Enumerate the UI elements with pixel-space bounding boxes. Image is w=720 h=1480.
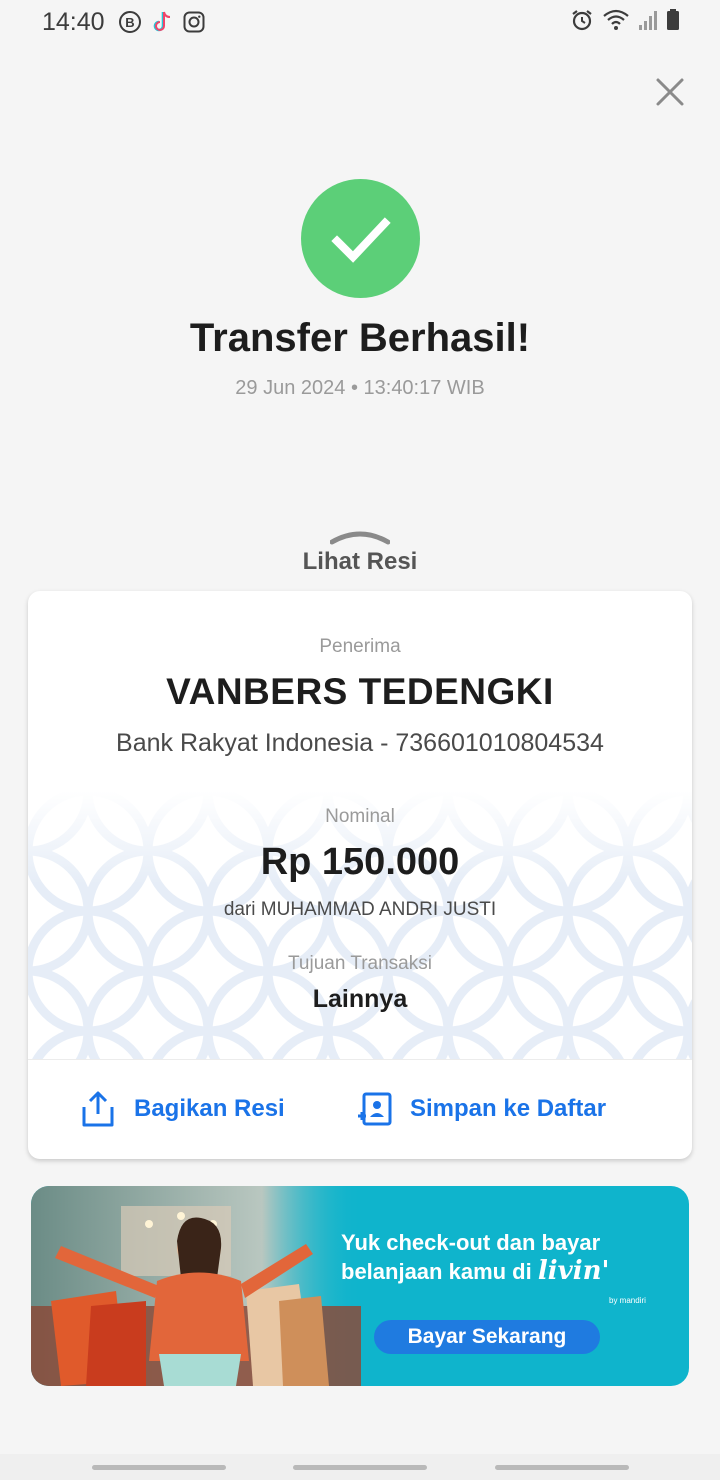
- share-icon: [82, 1091, 114, 1127]
- receipt-actions: Bagikan Resi Simpan ke Daftar: [28, 1060, 692, 1159]
- view-receipt-toggle[interactable]: Lihat Resi: [0, 548, 720, 576]
- transaction-datetime: 29 Jun 2024 • 13:40:17 WIB: [235, 377, 485, 399]
- receipt-card: Penerima VANBERS TEDENGKI Bank Rakyat In…: [28, 591, 692, 1159]
- save-to-list-button[interactable]: Simpan ke Daftar: [356, 1090, 606, 1128]
- save-to-list-label: Simpan ke Daftar: [410, 1095, 607, 1122]
- check-icon: [330, 216, 391, 263]
- amount-value: Rp 150.000: [260, 841, 460, 883]
- promo-line-1: Yuk check-out dan bayar: [341, 1230, 601, 1255]
- recipient-bank: Bank Rakyat Indonesia - 736601010804534: [116, 729, 604, 757]
- b-circle-icon: B: [119, 11, 141, 33]
- chevron-up-icon[interactable]: [330, 528, 390, 548]
- alarm-icon: [572, 10, 592, 31]
- share-receipt-button[interactable]: Bagikan Resi: [80, 1090, 285, 1128]
- livin-logo-sub: by mandiri: [609, 1296, 646, 1305]
- promo-photo: [31, 1186, 361, 1386]
- amount-label: Nominal: [325, 806, 395, 827]
- page-title: Transfer Berhasil!: [189, 316, 531, 360]
- livin-logo: livin': [537, 1256, 610, 1286]
- pay-now-button[interactable]: Bayar Sekarang: [374, 1320, 600, 1354]
- wifi-icon: [603, 9, 629, 30]
- purpose-value: Lainnya: [312, 985, 408, 1013]
- svg-text:B: B: [125, 15, 134, 30]
- battery-icon: [667, 9, 679, 30]
- close-icon: [656, 78, 684, 106]
- navigation-bar: [0, 1454, 720, 1480]
- status-time: 14:40: [42, 8, 105, 36]
- status-bar: 14:40 B: [0, 0, 720, 44]
- recipient-name: VANBERS TEDENGKI: [166, 671, 554, 712]
- promo-text: Yuk check-out dan bayar belanjaan kamu d…: [341, 1228, 671, 1305]
- nav-recent-apps[interactable]: [92, 1465, 226, 1470]
- close-button[interactable]: [650, 72, 690, 112]
- sender-name: dari MUHAMMAD ANDRI JUSTI: [223, 899, 497, 920]
- success-badge: [301, 179, 420, 298]
- purpose-label: Tujuan Transaksi: [288, 953, 432, 974]
- tiktok-icon: [153, 11, 171, 32]
- promo-banner[interactable]: Yuk check-out dan bayar belanjaan kamu d…: [31, 1186, 689, 1386]
- contact-add-icon: [358, 1092, 392, 1126]
- recipient-label: Penerima: [319, 636, 401, 657]
- share-receipt-label: Bagikan Resi: [134, 1095, 285, 1122]
- instagram-icon: [183, 11, 205, 33]
- promo-line-2: belanjaan kamu di: [341, 1259, 532, 1284]
- nav-home[interactable]: [293, 1465, 427, 1470]
- signal-icon: [639, 11, 657, 30]
- nav-back[interactable]: [495, 1465, 629, 1470]
